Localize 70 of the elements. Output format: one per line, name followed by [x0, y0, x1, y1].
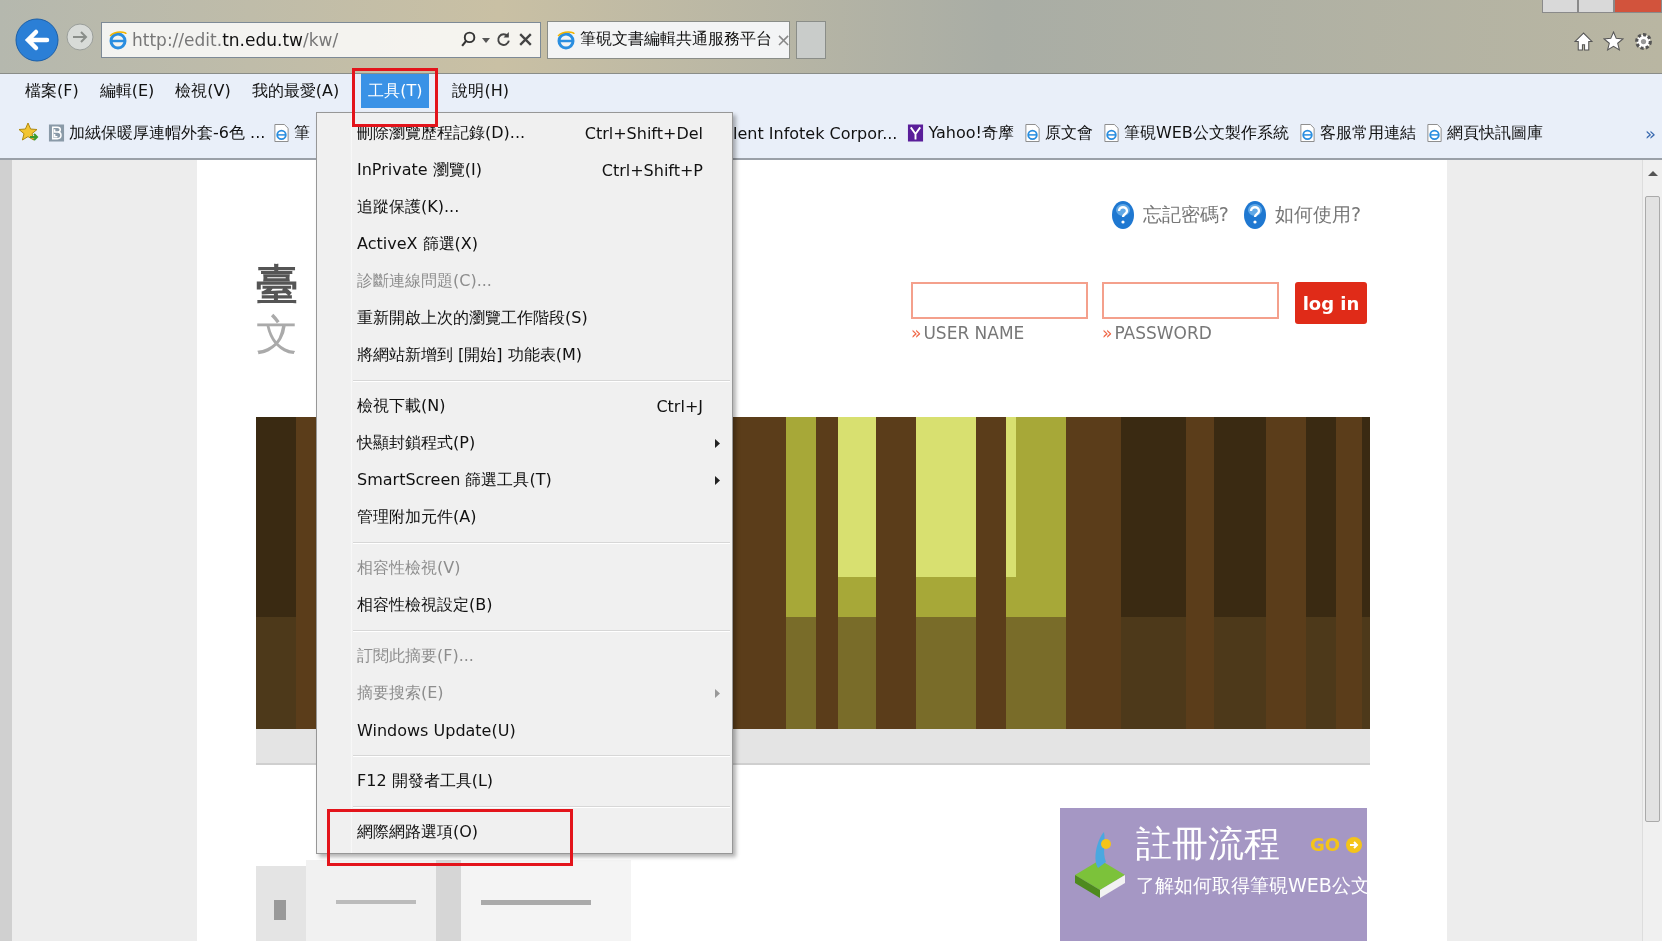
- scrollbar[interactable]: [1642, 160, 1662, 941]
- favorite-link[interactable]: 筆: [273, 122, 311, 144]
- menu-item[interactable]: 追蹤保護(K)...: [317, 189, 732, 226]
- scroll-thumb[interactable]: [1645, 196, 1660, 822]
- field-label: PASSWORD: [1114, 323, 1212, 343]
- ie-page-icon: [273, 123, 291, 143]
- menu-item[interactable]: Windows Update(U): [317, 712, 732, 749]
- ie-page-icon: [1298, 123, 1316, 143]
- menu-item[interactable]: F12 開發者工具(L): [317, 763, 732, 800]
- more-favorites-button[interactable]: »: [1645, 122, 1656, 144]
- menu-bar-item[interactable]: 檔案(F): [18, 74, 86, 108]
- register-title: 註冊流程: [1136, 822, 1280, 866]
- help-icon[interactable]: [1110, 200, 1135, 230]
- yahoo-icon: [907, 123, 925, 143]
- ie-logo-icon: [556, 29, 576, 50]
- menu-item[interactable]: 快顯封鎖程式(P): [317, 425, 732, 462]
- b-letter-icon: [48, 123, 65, 143]
- site-subtitle: 文: [256, 310, 298, 360]
- menu-item[interactable]: 檢視下載(N) Ctrl+J: [317, 388, 732, 425]
- menu-item[interactable]: 相容性檢視設定(B): [317, 587, 732, 624]
- favorite-link[interactable]: 筆硯WEB公文製作系統: [1102, 122, 1289, 144]
- scroll-up-icon[interactable]: [1647, 170, 1658, 176]
- ie-logo-icon: [108, 29, 128, 50]
- chevron-marker: »: [1102, 323, 1113, 343]
- field-label: USER NAME: [923, 323, 1025, 343]
- menu-bar-item[interactable]: 檢視(V): [168, 74, 238, 108]
- favorite-link[interactable]: 原文會: [1023, 122, 1093, 144]
- forward-button[interactable]: [65, 21, 95, 52]
- menu-item[interactable]: 管理附加元件(A): [317, 499, 732, 536]
- ie-page-icon: [1425, 123, 1443, 143]
- minimize-button[interactable]: [1542, 0, 1578, 13]
- login-button[interactable]: log in: [1295, 282, 1367, 324]
- favorites-star-icon[interactable]: [18, 122, 40, 144]
- settings-icon[interactable]: [1633, 31, 1654, 52]
- search-icon[interactable]: [460, 31, 477, 48]
- favorite-link[interactable]: 網頁快訊圖庫: [1425, 122, 1543, 144]
- browser-tab[interactable]: 筆硯文書編輯共通服務平台 ×: [547, 20, 790, 59]
- site-title: 臺: [256, 260, 298, 310]
- login-field[interactable]: [1102, 282, 1279, 319]
- arrow-circle-icon: [1346, 836, 1363, 853]
- refresh-icon[interactable]: [495, 31, 512, 48]
- maximize-button[interactable]: [1578, 0, 1614, 13]
- menu-bar-item[interactable]: 我的最愛(A): [244, 74, 347, 108]
- chevron-marker: »: [911, 323, 922, 343]
- ie-page-icon: [1023, 123, 1041, 143]
- favorite-link[interactable]: 加絨保暖厚連帽外套-6色 ...: [48, 122, 266, 144]
- home-icon[interactable]: [1573, 31, 1594, 52]
- menu-bar-item[interactable]: 說明(H): [445, 74, 516, 108]
- favorites-star-icon[interactable]: [1603, 31, 1624, 52]
- stop-icon[interactable]: [517, 31, 534, 48]
- favorite-link[interactable]: lent Infotek Corpor...: [733, 123, 898, 143]
- menu-item[interactable]: SmartScreen 篩選工具(T): [317, 462, 732, 499]
- menu-item[interactable]: InPrivate 瀏覽(I) Ctrl+Shift+P: [317, 152, 732, 189]
- caret-icon[interactable]: [482, 35, 490, 44]
- back-button[interactable]: [15, 15, 59, 64]
- help-link[interactable]: 忘記密碼?: [1142, 202, 1229, 228]
- menu-item[interactable]: 將網站新增到 [開始] 功能表(M): [317, 337, 732, 374]
- ie-page-icon: [1102, 123, 1120, 143]
- menu-item[interactable]: 重新開啟上次的瀏覽工作階段(S): [317, 300, 732, 337]
- help-icon[interactable]: [1242, 200, 1267, 230]
- register-description: 了解如何取得筆硯WEB公文: [1136, 873, 1370, 898]
- favorite-link[interactable]: 客服常用連結: [1298, 122, 1416, 144]
- menu-item[interactable]: ActiveX 篩選(X): [317, 226, 732, 263]
- menu-item[interactable]: 網際網路選項(O): [317, 814, 732, 851]
- help-link[interactable]: 如何使用?: [1274, 202, 1361, 228]
- login-field[interactable]: [911, 282, 1088, 319]
- menu-bar-item[interactable]: 編輯(E): [92, 74, 162, 108]
- tab-title: 筆硯文書編輯共通服務平台: [580, 29, 772, 50]
- address-bar[interactable]: http://edit.tn.edu.tw/kw/: [101, 21, 541, 58]
- favorite-link[interactable]: Yahoo!奇摩: [907, 122, 1014, 144]
